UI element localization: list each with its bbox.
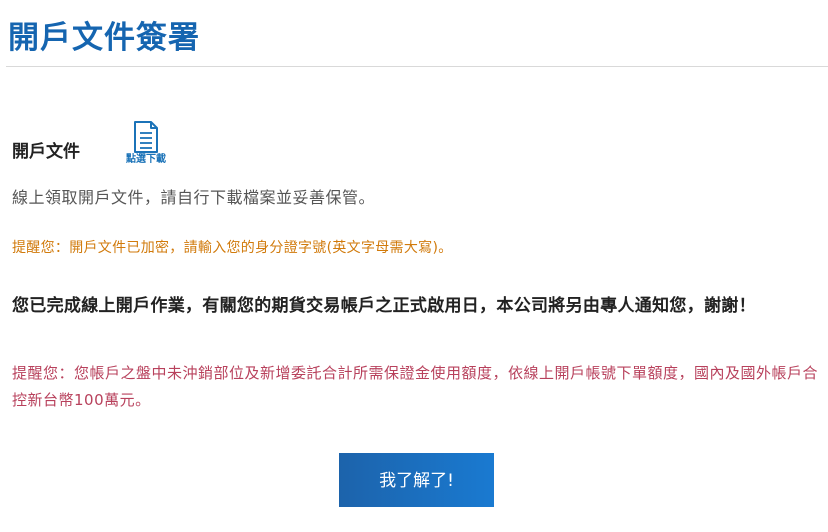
documents-description: 線上領取開戶文件，請自行下載檔案並妥善保管。 [12,188,376,207]
title-divider [6,66,828,67]
confirm-button[interactable]: 我了解了! [339,453,494,507]
limit-reminder: 提醒您：您帳戶之盤中未沖銷部位及新增委託合計所需保證金使用額度，依線上開戶帳號下… [12,364,819,409]
page-title: 開戶文件簽署 [8,20,200,56]
document-icon [118,120,174,154]
completion-notice: 您已完成線上開戶作業，有關您的期貨交易帳戶之正式啟用日，本公司將另由專人通知您，… [12,296,756,316]
password-reminder: 提醒您：開戶文件已加密，請輸入您的身分證字號(英文字母需大寫)。 [12,240,453,256]
download-label: 點選下載 [126,154,166,165]
download-documents-button[interactable]: 點選下載 [118,120,174,172]
documents-label: 開戶文件 [12,142,80,162]
